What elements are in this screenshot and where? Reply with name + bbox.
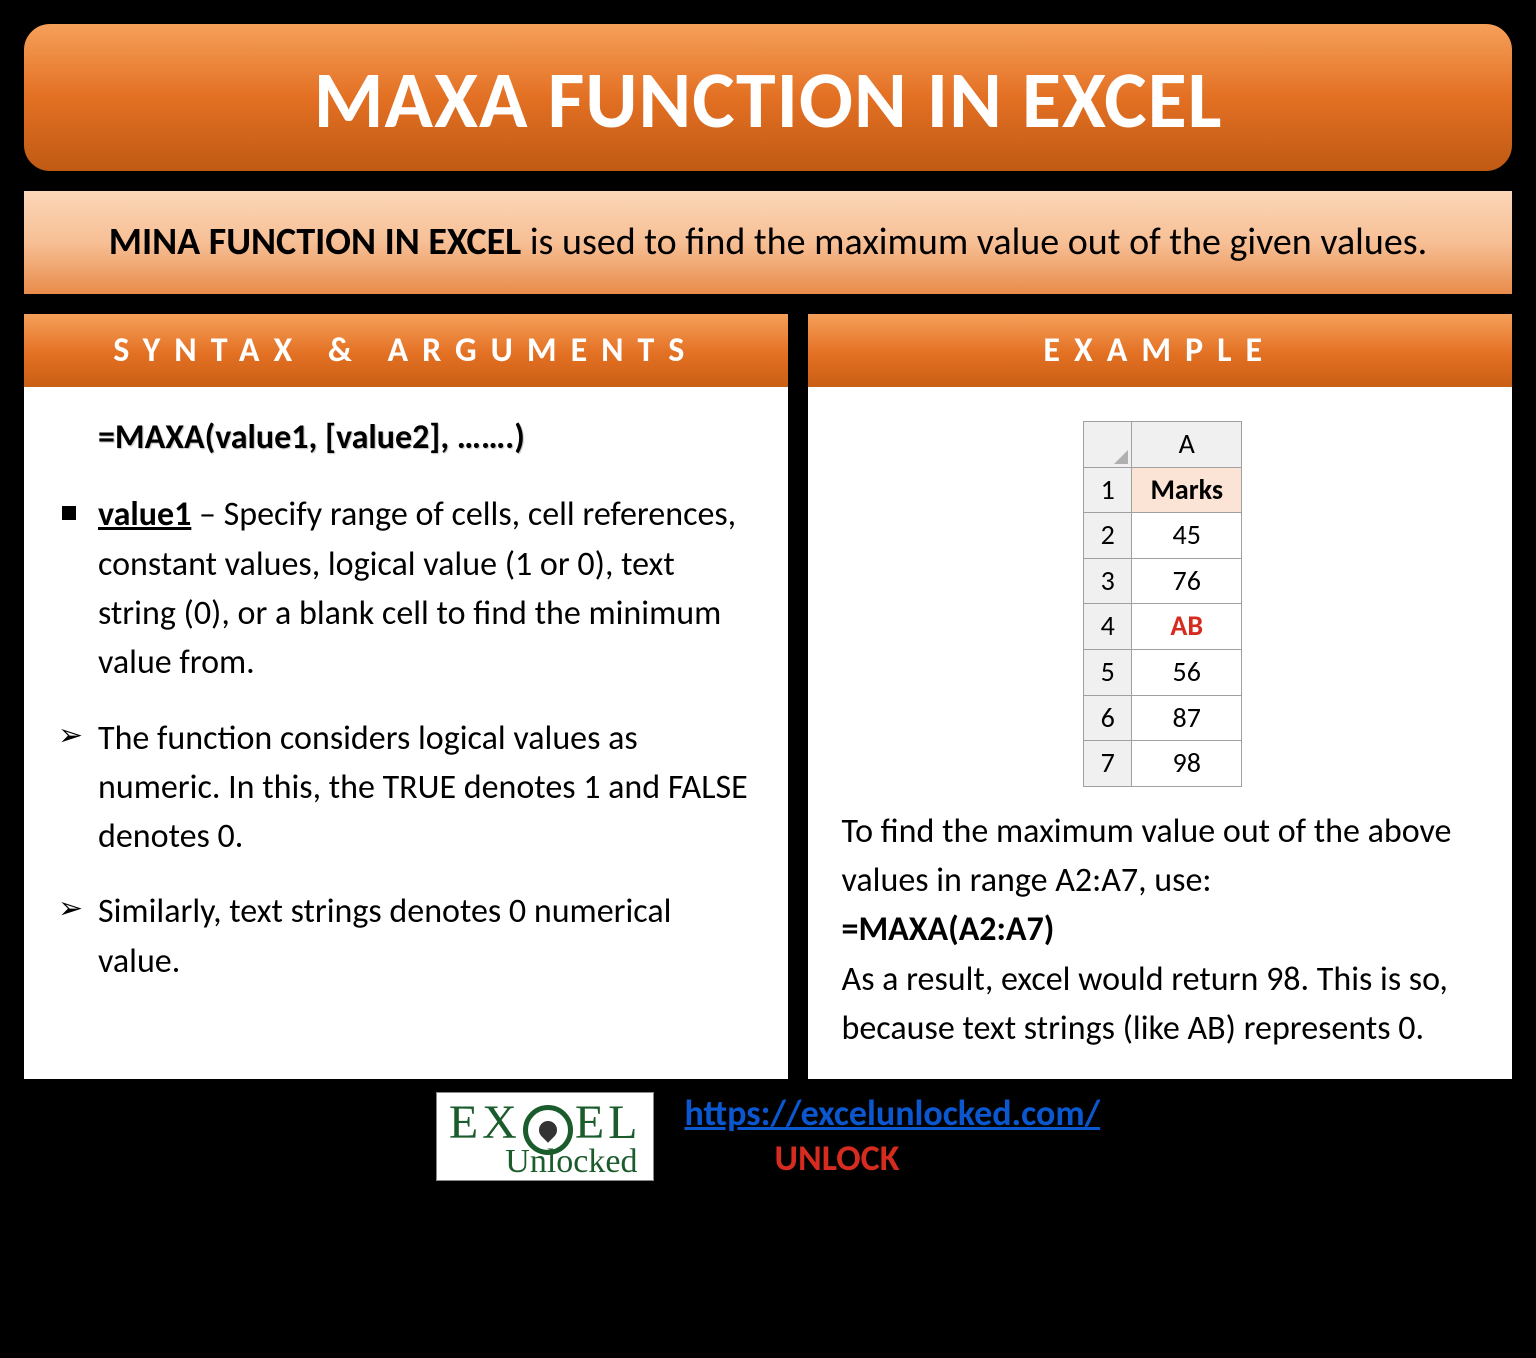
footer-link[interactable]: https://excelunlocked.com/: [684, 1091, 1100, 1135]
footer-unlock: UNLOCK: [684, 1136, 899, 1180]
arg-value1: value1 – Specify range of cells, cell re…: [58, 490, 760, 687]
cell-76: 76: [1132, 558, 1242, 604]
col-A: A: [1132, 422, 1242, 468]
row-3: 3: [1084, 558, 1132, 604]
subtitle-bar: MINA FUNCTION IN EXCEL is used to find t…: [22, 189, 1514, 296]
cell-87: 87: [1132, 695, 1242, 741]
syntax-header: SYNTAX & ARGUMENTS: [24, 314, 788, 387]
cell-45: 45: [1132, 513, 1242, 559]
example-header: EXAMPLE: [808, 314, 1512, 387]
cell-98: 98: [1132, 741, 1242, 787]
footer: EX EL Unlocked https://excelunlocked.com…: [22, 1091, 1514, 1181]
cell-56: 56: [1132, 650, 1242, 696]
example-table: A 1Marks 245 376 4AB 556 687 798: [1083, 421, 1242, 787]
logo-lock-icon: [523, 1105, 573, 1155]
syntax-panel: SYNTAX & ARGUMENTS =MAXA(value1, [value2…: [22, 312, 790, 1081]
table-corner: [1084, 422, 1132, 468]
logo: EX EL Unlocked: [436, 1092, 655, 1181]
page-title: MAXA FUNCTION IN EXCEL: [22, 22, 1514, 173]
row-2: 2: [1084, 513, 1132, 559]
logo-left: EX: [449, 1099, 521, 1147]
note-logical: The function considers logical values as…: [58, 714, 760, 862]
example-panel: EXAMPLE A 1Marks 245 376 4AB 556 687 798: [806, 312, 1514, 1081]
arg-value1-label: value1: [98, 494, 191, 535]
subtitle-rest: is used to find the maximum value out of…: [521, 219, 1427, 265]
row-6: 6: [1084, 695, 1132, 741]
example-text-1: To find the maximum value out of the abo…: [842, 807, 1484, 906]
example-text-2: As a result, excel would return 98. This…: [842, 955, 1484, 1054]
cell-AB: AB: [1132, 604, 1242, 650]
arg-value1-desc: – Specify range of cells, cell reference…: [98, 494, 736, 683]
row-1: 1: [1084, 467, 1132, 513]
row-5: 5: [1084, 650, 1132, 696]
row-4: 4: [1084, 604, 1132, 650]
cell-marks: Marks: [1132, 467, 1242, 513]
logo-right: EL: [575, 1099, 642, 1147]
syntax-formula: =MAXA(value1, [value2], …….): [58, 413, 760, 462]
note-text: Similarly, text strings denotes 0 numeri…: [58, 887, 760, 986]
example-formula: =MAXA(A2:A7): [842, 905, 1484, 954]
subtitle-strong: MINA FUNCTION IN EXCEL: [109, 219, 521, 265]
row-7: 7: [1084, 741, 1132, 787]
